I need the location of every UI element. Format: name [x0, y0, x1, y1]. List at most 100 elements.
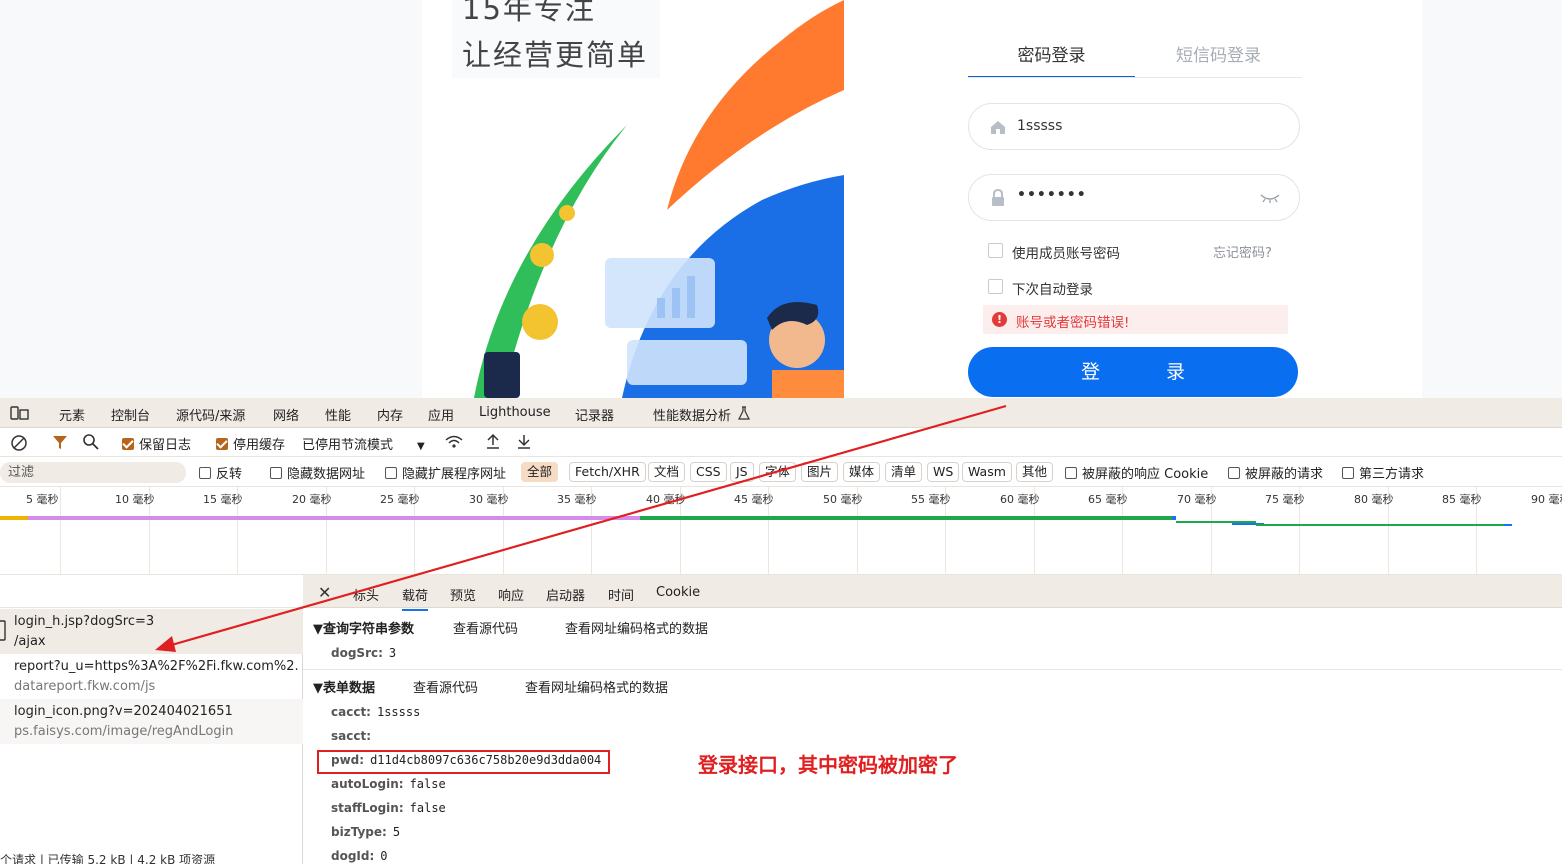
network-conditions-icon[interactable] — [444, 434, 464, 450]
tab-payload[interactable]: 载荷 — [402, 585, 429, 611]
disable-cache-toggle[interactable]: 停用缓存 — [216, 434, 285, 453]
member-account-checkbox[interactable] — [988, 243, 1003, 258]
hide-extension-urls-checkbox[interactable] — [385, 467, 397, 479]
tab-memory[interactable]: 内存 — [377, 405, 403, 424]
filter-chip-wasm[interactable]: Wasm — [962, 462, 1012, 482]
filter-chip-ws[interactable]: WS — [927, 462, 960, 482]
filter-chip-all[interactable]: 全部 — [521, 462, 559, 482]
filter-chip-js[interactable]: JS — [730, 462, 754, 482]
request-path: /ajax — [14, 634, 46, 649]
query-param: dogSrc: 3 — [331, 646, 396, 660]
third-party-toggle[interactable]: 第三方请求 — [1342, 463, 1424, 482]
form-view-url-encoded-link[interactable]: 查看网址编码格式的数据 — [525, 677, 668, 696]
hide-extension-urls-toggle[interactable]: 隐藏扩展程序网址 — [385, 463, 506, 482]
request-row[interactable]: report?u_u=https%3A%2F%2Fi.fkw.com%2... … — [0, 654, 303, 699]
throttle-value: 已停用节流模式 — [302, 438, 394, 453]
tab-divider — [968, 77, 1302, 78]
timeline-tick-label: 65 毫秒 — [1088, 493, 1128, 506]
search-icon[interactable] — [82, 433, 100, 451]
filter-chip-font[interactable]: 字体 — [759, 462, 797, 482]
filter-chip-manifest[interactable]: 清单 — [885, 462, 923, 482]
tab-recorder[interactable]: 记录器 — [575, 405, 614, 424]
clear-icon[interactable] — [10, 434, 28, 452]
tab-console[interactable]: 控制台 — [111, 405, 150, 424]
form-data-header[interactable]: ▼表单数据 — [313, 677, 375, 696]
tab-sources[interactable]: 源代码/来源 — [176, 405, 245, 424]
hero-slogan-line-1: 15年专注 — [462, 0, 596, 26]
disable-cache-label: 停用缓存 — [233, 438, 286, 453]
invert-label: 反转 — [216, 467, 243, 482]
username-field[interactable]: 1sssss — [968, 103, 1300, 150]
timeline-tick-label: 40 毫秒 — [646, 493, 686, 506]
network-timeline[interactable]: 5 毫秒 10 毫秒 15 毫秒 20 毫秒 25 毫秒 30 毫秒 35 毫秒 40 毫秒 4… — [0, 487, 1562, 575]
device-toolbar-icon[interactable] — [10, 405, 30, 421]
timeline-bar-waiting — [0, 516, 28, 520]
login-panel: 密码登录 短信码登录 1sssss ••••••• 使用成员账号密码 忘记密码?… — [844, 0, 1422, 398]
query-params-header[interactable]: ▼查询字符串参数 — [313, 618, 414, 637]
invert-toggle[interactable]: 反转 — [199, 463, 242, 482]
form-param-stafflogin: staffLogin: false — [331, 801, 446, 815]
query-view-url-encoded-link[interactable]: 查看网址编码格式的数据 — [565, 618, 708, 637]
auto-login-label: 下次自动登录 — [1012, 282, 1093, 298]
section-divider — [303, 669, 1562, 670]
tab-cookies[interactable]: Cookie — [656, 585, 700, 600]
filter-chip-fetch-xhr[interactable]: Fetch/XHR — [569, 462, 646, 482]
request-row[interactable]: login_icon.png?v=202404021651 ps.faisys.… — [0, 699, 303, 744]
request-row[interactable]: login_h.jsp?dogSrc=3 /ajax — [0, 609, 303, 654]
detail-tabbar: ✕ 标头 载荷 预览 响应 启动器 时间 Cookie — [303, 575, 1562, 611]
lock-icon — [992, 189, 1004, 206]
upload-icon[interactable] — [485, 433, 501, 451]
timeline-tick-label: 10 毫秒 — [115, 493, 155, 506]
filter-chip-doc[interactable]: 文档 — [648, 462, 686, 482]
password-field[interactable]: ••••••• — [968, 174, 1300, 221]
disable-cache-checkbox[interactable] — [216, 438, 228, 450]
filter-chip-img[interactable]: 图片 — [801, 462, 839, 482]
preserve-log-label: 保留日志 — [139, 438, 192, 453]
blocked-requests-toggle[interactable]: 被屏蔽的请求 — [1228, 463, 1323, 482]
tab-application[interactable]: 应用 — [428, 405, 454, 424]
tab-performance-insights[interactable]: 性能数据分析 — [653, 405, 731, 424]
forgot-password-link[interactable]: 忘记密码? — [1213, 242, 1272, 261]
tab-headers[interactable]: 标头 — [353, 585, 379, 604]
auto-login-checkbox[interactable] — [988, 279, 1003, 294]
blocked-cookies-checkbox[interactable] — [1065, 467, 1077, 479]
download-icon[interactable] — [516, 433, 532, 451]
filter-chip-other[interactable]: 其他 — [1016, 462, 1054, 482]
hide-data-urls-toggle[interactable]: 隐藏数据网址 — [270, 463, 365, 482]
tab-timing[interactable]: 时间 — [608, 585, 634, 604]
filter-input[interactable]: 过滤 — [0, 462, 186, 483]
invert-checkbox[interactable] — [199, 467, 211, 479]
tab-sms-login[interactable]: 短信码登录 — [1135, 42, 1302, 78]
error-icon: ! — [992, 312, 1007, 327]
tab-response[interactable]: 响应 — [498, 585, 524, 604]
network-toolbar: 保留日志 停用缓存 已停用节流模式 ▼ — [0, 428, 1562, 457]
preserve-log-toggle[interactable]: 保留日志 — [122, 434, 191, 453]
throttle-select[interactable]: 已停用节流模式 ▼ — [302, 434, 425, 453]
close-icon[interactable]: ✕ — [318, 583, 331, 602]
tab-password-login[interactable]: 密码登录 — [968, 42, 1135, 78]
query-view-source-link[interactable]: 查看源代码 — [453, 618, 518, 637]
timeline-tick-label: 70 毫秒 — [1177, 493, 1217, 506]
login-button[interactable]: 登 录 — [968, 347, 1298, 397]
blocked-requests-checkbox[interactable] — [1228, 467, 1240, 479]
eye-closed-icon[interactable] — [1259, 191, 1281, 205]
blocked-cookies-toggle[interactable]: 被屏蔽的响应 Cookie — [1065, 463, 1208, 482]
param-value: false — [409, 801, 446, 815]
tab-initiator[interactable]: 启动器 — [546, 585, 585, 604]
tab-performance[interactable]: 性能 — [325, 405, 351, 424]
form-view-source-link[interactable]: 查看源代码 — [413, 677, 478, 696]
preserve-log-checkbox[interactable] — [122, 438, 134, 450]
timeline-bar-green-3 — [1256, 524, 1506, 526]
timeline-bar-blue-3 — [1504, 524, 1512, 526]
third-party-checkbox[interactable] — [1342, 467, 1354, 479]
error-text: 账号或者密码错误! — [1016, 315, 1130, 331]
tab-preview[interactable]: 预览 — [450, 585, 476, 604]
filter-chip-media[interactable]: 媒体 — [843, 462, 881, 482]
filter-icon[interactable] — [52, 434, 68, 450]
request-list-header — [0, 575, 303, 608]
filter-chip-css[interactable]: CSS — [690, 462, 727, 482]
tab-lighthouse[interactable]: Lighthouse — [479, 405, 551, 420]
tab-elements[interactable]: 元素 — [59, 405, 85, 424]
hide-data-urls-checkbox[interactable] — [270, 467, 282, 479]
request-name: report?u_u=https%3A%2F%2Fi.fkw.com%2... — [14, 659, 299, 674]
